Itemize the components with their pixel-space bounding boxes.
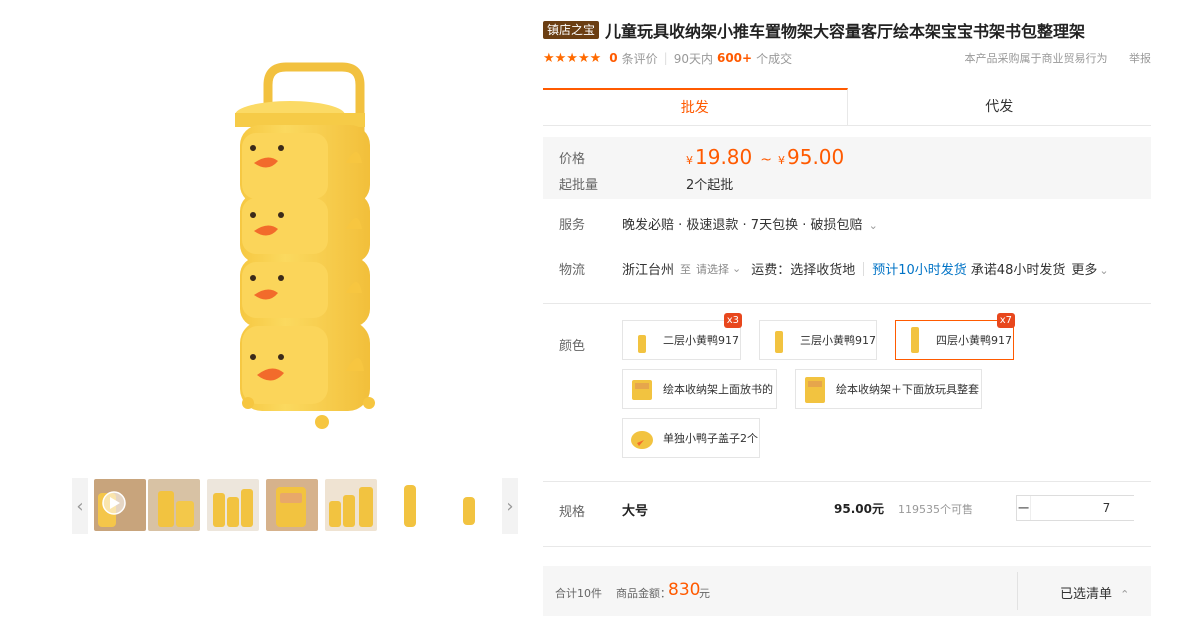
amount-unit: 元 bbox=[699, 587, 710, 600]
spec-price: 95.00元 bbox=[834, 502, 884, 516]
color-option-1[interactable]: 二层小黄鸭917 x3 bbox=[622, 313, 742, 360]
spec-label: 规格 bbox=[559, 505, 586, 520]
moq-value: 2个起批 bbox=[686, 178, 734, 193]
amount-label: 商品金额： bbox=[616, 587, 671, 600]
thumbnail-4[interactable] bbox=[266, 479, 318, 531]
logistics-more-button[interactable]: 更多 ⌄ bbox=[1071, 259, 1108, 278]
moq-label: 起批量 bbox=[559, 178, 599, 193]
thumbnail-video[interactable] bbox=[94, 479, 146, 531]
chevron-down-icon: ⌄ bbox=[1099, 264, 1109, 277]
product-title-row: 镇店之宝 儿童玩具收纳架小推车置物架大容量客厅绘本架宝宝书架书包整理架 bbox=[543, 18, 1085, 42]
logistics-row: 浙江台州 至 请选择 ⌄ 运费：选择收货地 预计10小时发货 承诺48小时发货 … bbox=[622, 259, 1109, 278]
logistics-origin: 浙江台州 bbox=[622, 263, 675, 278]
store-treasure-badge: 镇店之宝 bbox=[543, 21, 600, 39]
sales-count: 600+ bbox=[716, 51, 753, 65]
thumbnail-3[interactable] bbox=[207, 479, 259, 531]
thumbnail-2[interactable] bbox=[148, 479, 200, 531]
service-label: 服务 bbox=[559, 218, 586, 233]
report-link[interactable]: 举报 bbox=[1129, 52, 1151, 65]
thumbnail-6[interactable] bbox=[384, 479, 436, 531]
price-max: 95.00 bbox=[787, 145, 845, 169]
total-count: 合计10件 bbox=[555, 587, 602, 600]
thumbnail-strip: ‹ › bbox=[72, 478, 520, 534]
quantity-stepper: − + bbox=[1016, 495, 1181, 521]
shipping-fee: 运费：选择收货地 bbox=[751, 263, 856, 278]
sales-period: 90天内 bbox=[673, 51, 713, 66]
color-option-2[interactable]: 三层小黄鸭917 bbox=[759, 320, 877, 360]
order-summary-bar: 合计10件 商品金额： 830 元 已选清单 ⌃ bbox=[543, 566, 1151, 616]
rating-row: ★★★★★ 0 条评价 | 90天内 600+ 个成交 本产品采购属于商业贸易行… bbox=[543, 50, 1151, 67]
service-guarantees[interactable]: 晚发必赔 · 极速退款 · 7天包换 · 破损包赔 ⌄ bbox=[622, 214, 878, 233]
purchase-tabs: 批发 代发 bbox=[543, 88, 1151, 126]
rating-stars-icon: ★★★★★ bbox=[543, 50, 602, 66]
spec-stock: 119535个可售 bbox=[898, 503, 973, 516]
logistics-to: 至 bbox=[680, 262, 692, 276]
product-title: 儿童玩具收纳架小推车置物架大容量客厅绘本架宝宝书架书包整理架 bbox=[605, 22, 1086, 41]
color-option-6[interactable]: 单独小鸭子盖子2个 bbox=[622, 418, 760, 458]
destination-select[interactable]: 请选择 bbox=[696, 261, 729, 277]
quantity-input[interactable] bbox=[1030, 496, 1181, 520]
price-label: 价格 bbox=[559, 152, 586, 167]
color-label: 颜色 bbox=[559, 339, 586, 354]
chevron-left-icon: ‹ bbox=[76, 495, 84, 517]
trade-notice: 本产品采购属于商业贸易行为 bbox=[964, 52, 1108, 65]
amount-value: 830 bbox=[668, 580, 701, 600]
price-min: 19.80 bbox=[695, 145, 753, 169]
color-option-4[interactable]: 绘本收纳架上面放书的 bbox=[622, 369, 777, 409]
logistics-label: 物流 bbox=[559, 263, 586, 278]
price-box: 价格 ¥ 19.80 ~ ¥ 95.00 起批量 2个起批 bbox=[543, 137, 1151, 199]
tab-wholesale[interactable]: 批发 bbox=[543, 88, 848, 125]
shipping-promise: 承诺48小时发货 bbox=[970, 263, 1066, 278]
thumb-prev-button[interactable]: ‹ bbox=[72, 478, 88, 534]
color-option-3[interactable]: 四层小黄鸭917 x7 bbox=[895, 313, 1015, 360]
decrease-quantity-button[interactable]: − bbox=[1017, 496, 1030, 520]
chevron-up-icon: ⌃ bbox=[1120, 588, 1130, 601]
section-divider bbox=[543, 481, 1151, 482]
section-divider bbox=[543, 546, 1151, 547]
review-label[interactable]: 条评价 bbox=[622, 50, 658, 67]
shipping-eta: 预计10小时发货 bbox=[872, 263, 967, 278]
tab-dropship[interactable]: 代发 bbox=[848, 88, 1152, 125]
sales-label: 个成交 bbox=[756, 51, 793, 66]
main-product-image[interactable] bbox=[150, 45, 480, 445]
section-divider bbox=[543, 303, 1151, 304]
chevron-right-icon: › bbox=[506, 495, 514, 517]
chevron-down-icon: ⌄ bbox=[732, 262, 742, 275]
spec-name: 大号 bbox=[622, 504, 649, 519]
color-option-5[interactable]: 绘本收纳架＋下面放玩具整套 bbox=[795, 369, 982, 409]
quantity-badge: x3 bbox=[723, 313, 742, 328]
quantity-badge: x7 bbox=[996, 313, 1015, 328]
thumbnail-5[interactable] bbox=[325, 479, 377, 531]
review-count[interactable]: 0 bbox=[609, 51, 617, 65]
thumb-next-button[interactable]: › bbox=[502, 478, 518, 534]
selected-list-button[interactable]: 已选清单 ⌃ bbox=[1060, 583, 1129, 602]
thumbnail-7[interactable] bbox=[443, 479, 495, 531]
price-range: ¥ 19.80 ~ ¥ 95.00 bbox=[686, 145, 845, 169]
chevron-down-icon: ⌄ bbox=[868, 219, 878, 232]
